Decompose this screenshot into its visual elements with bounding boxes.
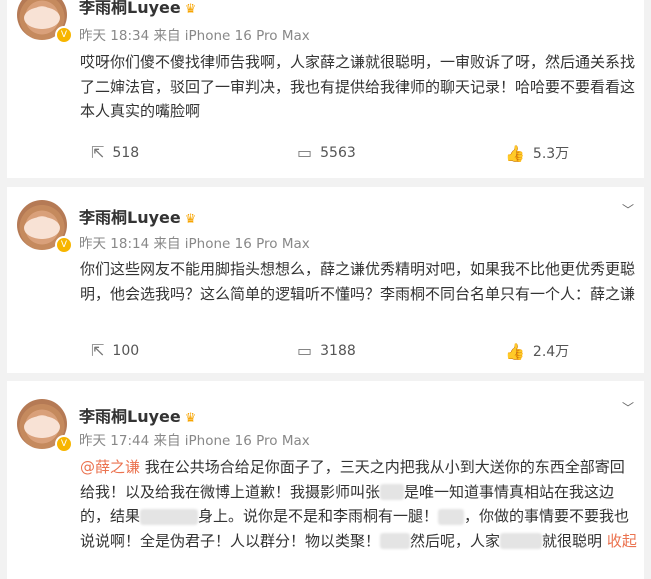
- post-text-part: 就很聪明: [542, 531, 603, 550]
- comment-icon: ▭: [297, 143, 313, 162]
- verified-badge-icon: V: [55, 236, 73, 254]
- like-icon: 👍: [505, 341, 525, 361]
- blurred-text: [140, 508, 199, 525]
- repost-count: 518: [112, 144, 140, 161]
- comment-count: 3188: [320, 342, 356, 359]
- crown-icon: ♛: [184, 411, 197, 426]
- verified-badge-icon: V: [55, 26, 73, 44]
- blurred-text: [438, 508, 465, 525]
- user-name[interactable]: 李雨桐Luyee ♛: [79, 0, 196, 18]
- like-button[interactable]: 👍 2.4万: [505, 341, 569, 361]
- comment-button[interactable]: ▭ 3188: [297, 341, 356, 360]
- blurred-text: [380, 484, 405, 500]
- comment-button[interactable]: ▭ 5563: [297, 143, 356, 162]
- collapse-link[interactable]: 收起: [607, 532, 637, 550]
- post-text-part: 身上。说你是不是和李雨桐有一腿！: [198, 507, 439, 525]
- post-actions: ⇱ 518 ▭ 5563 👍 5.3万: [7, 143, 644, 167]
- blurred-text: [500, 533, 543, 549]
- post-meta: 昨天 18:14 来自 iPhone 16 Pro Max: [79, 236, 310, 252]
- crown-icon: ♛: [184, 2, 197, 17]
- repost-button[interactable]: ⇱ 100: [91, 341, 139, 360]
- mention-link[interactable]: @薛之谦: [80, 458, 140, 476]
- post-card: V 李雨桐Luyee ♛ ﹀ 昨天 17:44 来自 iPhone 16 Pro …: [7, 381, 644, 579]
- user-name[interactable]: 李雨桐Luyee ♛: [79, 204, 196, 228]
- post-text: @薛之谦 我在公共场合给足你面子了，三天之内把我从小到大送你的东西全部寄回给我！…: [80, 455, 638, 553]
- post-meta: 昨天 18:34 来自 iPhone 16 Pro Max: [79, 28, 310, 44]
- like-count: 2.4万: [532, 344, 570, 360]
- chevron-down-icon[interactable]: ﹀: [622, 201, 634, 218]
- like-button[interactable]: 👍 5.3万: [505, 143, 569, 163]
- chevron-down-icon[interactable]: ﹀: [622, 399, 634, 416]
- post-text: 哎呀你们傻不傻找律师告我啊，人家薛之谦就很聪明，一审败诉了呀，然后通关系找了二婶…: [80, 53, 636, 120]
- like-icon: 👍: [505, 143, 525, 163]
- post-card: V 李雨桐Luyee ♛ ﹀ 昨天 18:14 来自 iPhone 16 Pro …: [7, 187, 644, 373]
- post-text: 你们这些网友不能用脚指头想想么，薛之谦优秀精明对吧，如果我不比他更优秀更聪明，他…: [80, 260, 636, 303]
- post-card: V 李雨桐Luyee ♛ 昨天 18:34 来自 iPhone 16 Pro Ma…: [7, 0, 644, 178]
- post-actions: ⇱ 100 ▭ 3188 👍 2.4万: [7, 341, 644, 365]
- repost-count: 100: [112, 342, 140, 359]
- verified-badge-icon: V: [55, 435, 73, 453]
- repost-button[interactable]: ⇱ 518: [91, 143, 139, 162]
- like-count: 5.3万: [532, 146, 570, 162]
- blurred-text: [380, 533, 411, 549]
- repost-icon: ⇱: [91, 341, 105, 360]
- crown-icon: ♛: [184, 212, 197, 227]
- comment-count: 5563: [320, 144, 356, 161]
- user-name[interactable]: 李雨桐Luyee ♛: [79, 403, 196, 427]
- repost-icon: ⇱: [91, 143, 105, 162]
- post-text-part: 然后呢，人家: [410, 531, 501, 550]
- comment-icon: ▭: [297, 341, 313, 360]
- post-meta: 昨天 17:44 来自 iPhone 16 Pro Max: [79, 433, 310, 449]
